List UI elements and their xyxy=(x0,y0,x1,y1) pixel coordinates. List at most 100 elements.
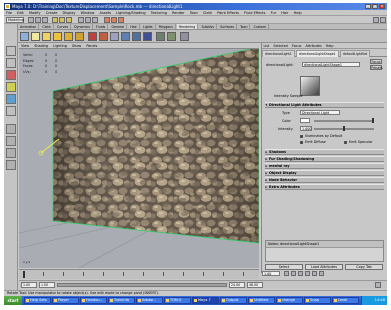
lasso-tool-icon[interactable] xyxy=(6,58,16,68)
snap-curve-icon[interactable] xyxy=(85,17,91,23)
lambert-material-icon[interactable] xyxy=(121,32,130,41)
taskbar-item[interactable]: Handou... xyxy=(80,297,107,304)
playback-end-field[interactable]: 24.00 xyxy=(229,282,245,288)
taskbar-item[interactable]: Output xyxy=(220,297,247,304)
taskbar-item[interactable]: Help Sets xyxy=(24,297,51,304)
taskbar-item[interactable]: Player xyxy=(52,297,79,304)
attribute-editor-toggle-icon[interactable] xyxy=(380,17,386,23)
phong-material-icon[interactable] xyxy=(143,32,152,41)
spot-light-icon[interactable] xyxy=(64,32,73,41)
taskbar-item[interactable]: Level xyxy=(332,297,359,304)
render-icon[interactable] xyxy=(104,17,110,23)
ipr-icon[interactable] xyxy=(99,32,108,41)
go-to-end-icon[interactable] xyxy=(319,271,324,276)
mode-selector[interactable]: Modeling xyxy=(6,17,24,23)
presets-button[interactable]: Presets xyxy=(370,65,383,70)
playback-start-field[interactable]: 1.00 xyxy=(39,282,55,288)
minimize-button[interactable]: _ xyxy=(365,4,371,9)
scale-tool-icon[interactable] xyxy=(6,94,16,104)
taskbar-item[interactable]: change xyxy=(276,297,303,304)
section-object-display[interactable]: Object Display xyxy=(265,170,384,176)
select-button[interactable]: Select xyxy=(265,264,303,270)
point-light-icon[interactable] xyxy=(53,32,62,41)
file-texture-icon[interactable] xyxy=(167,32,176,41)
color-slider-handle[interactable] xyxy=(372,118,374,123)
section-shadows[interactable]: Shadows xyxy=(265,149,384,155)
current-time-marker[interactable] xyxy=(23,271,25,278)
ipr-render-icon[interactable] xyxy=(111,17,117,23)
load-attributes-button[interactable]: Load Attributes xyxy=(305,264,343,270)
close-button[interactable]: × xyxy=(379,4,385,9)
section-extra-attributes[interactable]: Extra Attributes xyxy=(265,184,384,190)
four-view-layout-icon[interactable] xyxy=(6,136,16,146)
light-type-dropdown[interactable]: Directional Light xyxy=(300,110,340,115)
system-tray-clock[interactable]: 14:48 xyxy=(361,296,387,305)
select-by-component-icon[interactable] xyxy=(66,17,72,23)
focus-button[interactable]: Focus xyxy=(370,59,382,64)
taskbar-item[interactable]: TOM-5 xyxy=(164,297,191,304)
area-light-icon[interactable] xyxy=(75,32,84,41)
taskbar-item[interactable]: TrainInfo xyxy=(108,297,135,304)
ambient-light-icon[interactable] xyxy=(31,32,40,41)
ae-menu-attributes[interactable]: Attributes xyxy=(304,43,323,49)
hypershade-icon[interactable] xyxy=(110,32,119,41)
taskbar-item[interactable]: Untitled xyxy=(248,297,275,304)
single-view-layout-icon[interactable] xyxy=(6,124,16,134)
viewport-menu-show[interactable]: Show xyxy=(70,43,83,49)
section-fur-shading[interactable]: Fur Shading/Shadowing xyxy=(265,156,384,162)
open-scene-icon[interactable] xyxy=(35,17,41,23)
play-forward-icon[interactable] xyxy=(305,271,310,276)
perspective-viewport[interactable]: View Shading Lighting Show Panels Verts:… xyxy=(19,43,259,268)
snap-grid-icon[interactable] xyxy=(78,17,84,23)
section-node-behavior[interactable]: Node Behavior xyxy=(265,177,384,183)
time-slider[interactable] xyxy=(19,269,259,279)
viewport-menu-lighting[interactable]: Lighting xyxy=(51,43,69,49)
viewport-menu-view[interactable]: View xyxy=(19,43,31,49)
emit-diffuse-checkbox[interactable] xyxy=(300,141,303,144)
blinn-material-icon[interactable] xyxy=(132,32,141,41)
maximize-button[interactable]: □ xyxy=(372,4,378,9)
rotate-tool-icon[interactable] xyxy=(6,82,16,92)
viewport-menu-panels[interactable]: Panels xyxy=(84,43,99,49)
taskbar-item[interactable]: Snap xyxy=(304,297,331,304)
node-name-field[interactable]: directionalLightShape1 xyxy=(302,62,360,67)
outliner-layout-icon[interactable] xyxy=(6,160,16,170)
snap-point-icon[interactable] xyxy=(92,17,98,23)
notes-panel[interactable]: Notes: directionalLightShape1 xyxy=(265,240,384,262)
intensity-slider-handle[interactable] xyxy=(343,126,345,131)
directional-light-icon[interactable] xyxy=(42,32,51,41)
step-forward-icon[interactable] xyxy=(312,271,317,276)
camera-icon[interactable] xyxy=(20,32,29,41)
start-button[interactable]: start xyxy=(4,296,22,305)
color-slider[interactable] xyxy=(314,120,374,122)
step-back-icon[interactable] xyxy=(291,271,296,276)
animation-end-field[interactable]: 48.00 xyxy=(247,282,263,288)
render-view-icon[interactable] xyxy=(88,32,97,41)
section-directional-light-attributes[interactable]: Directional Light Attributes xyxy=(265,102,384,108)
emit-specular-checkbox[interactable] xyxy=(344,141,347,144)
section-mental-ray[interactable]: mental ray xyxy=(265,163,384,169)
new-scene-icon[interactable] xyxy=(28,17,34,23)
ae-menu-help[interactable]: Help xyxy=(324,43,335,49)
current-time-field[interactable]: 1.00 xyxy=(262,271,280,276)
ae-tab-default-light-set[interactable]: defaultLightSet xyxy=(339,50,371,57)
select-by-hierarchy-icon[interactable] xyxy=(52,17,58,23)
ae-tab-directional-light-shape[interactable]: directionalLightShape1 xyxy=(295,50,339,57)
illuminates-default-checkbox[interactable] xyxy=(300,135,303,138)
render-settings-icon[interactable] xyxy=(118,17,124,23)
channel-box-toggle-icon[interactable] xyxy=(373,17,379,23)
side-by-side-layout-icon[interactable] xyxy=(6,148,16,158)
ae-menu-list[interactable]: List xyxy=(262,43,271,49)
light-linking-icon[interactable] xyxy=(180,32,189,41)
light-color-swatch[interactable] xyxy=(300,118,310,123)
animation-preferences-icon[interactable] xyxy=(375,282,381,288)
texture-icon[interactable] xyxy=(156,32,165,41)
animation-start-field[interactable]: 1.00 xyxy=(21,282,37,288)
ae-tab-directional-light[interactable]: directionalLight1 xyxy=(262,50,295,57)
intensity-field[interactable]: 1.000 xyxy=(300,126,312,131)
copy-tab-button[interactable]: Copy Tab xyxy=(345,264,383,270)
play-backward-icon[interactable] xyxy=(298,271,303,276)
go-to-start-icon[interactable] xyxy=(284,271,289,276)
select-tool-icon[interactable] xyxy=(6,46,16,56)
taskbar-item-active[interactable]: Maya 7 xyxy=(192,297,219,304)
